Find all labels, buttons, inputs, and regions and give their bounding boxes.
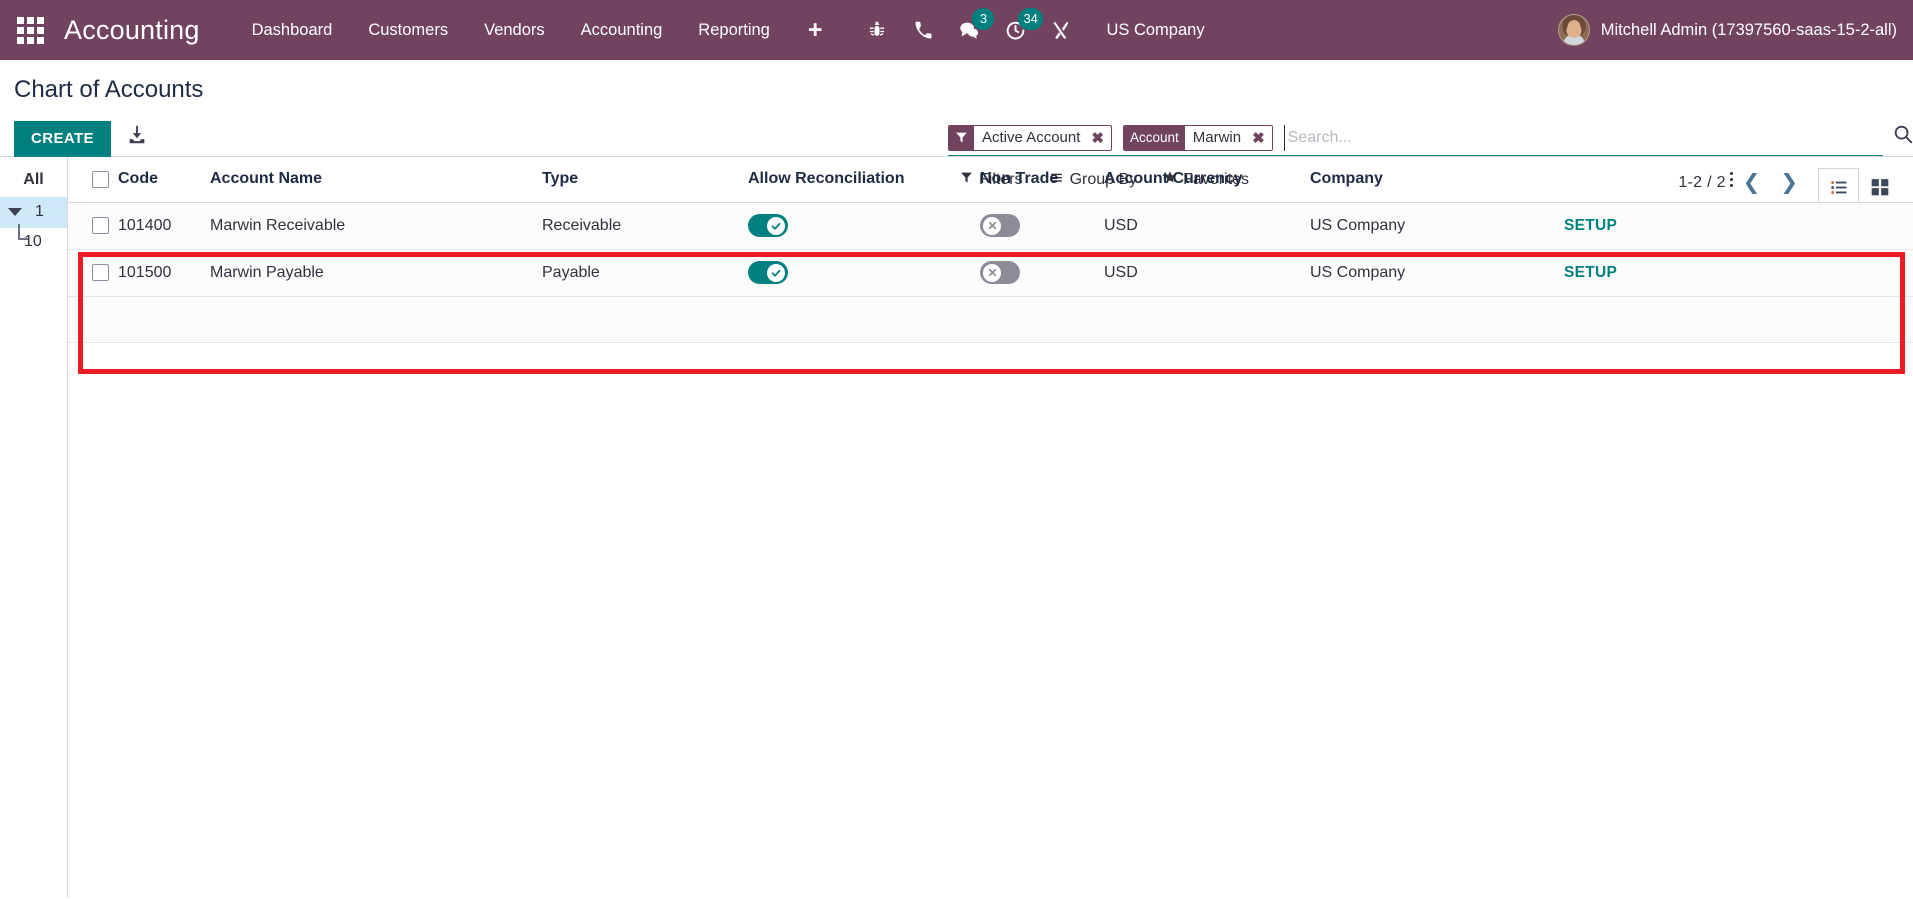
menu-item-reporting[interactable]: Reporting [680,0,788,60]
select-all-header [68,157,118,203]
column-header-type[interactable]: Type [542,157,748,203]
search-magnifier-icon[interactable] [1892,123,1913,150]
import-download-icon[interactable] [126,124,148,151]
cell-code: 101400 [118,202,210,250]
search-input[interactable] [1283,124,1883,151]
table-body: 101400 Marwin Receivable Receivable USD … [68,202,1913,343]
table-header-row: Code Account Name Type Allow Reconciliat… [68,157,1913,203]
cell-setup: SETUP [1564,249,1913,297]
non-trade-toggle-off[interactable] [980,214,1020,237]
cell-account-currency: USD [1104,249,1310,297]
menu-item-customers[interactable]: Customers [350,0,466,60]
cell-account-currency: USD [1104,202,1310,250]
column-header-account-name[interactable]: Account Name [210,157,542,203]
tools-icon[interactable] [1038,0,1084,60]
bug-icon[interactable] [854,0,900,60]
user-menu[interactable]: Mitchell Admin (17397560-saas-15-2-all) [1557,0,1897,60]
cell-company: US Company [1310,202,1564,250]
messages-badge: 3 [972,8,995,30]
row-checkbox[interactable] [92,217,109,234]
messages-icon[interactable]: 3 [946,0,995,60]
main-content: All 1 10 Code Account Name Type Allow Re… [0,157,1913,898]
setup-button[interactable]: SETUP [1564,217,1617,234]
table-row[interactable]: 101400 Marwin Receivable Receivable USD … [68,202,1913,250]
column-header-non-trade[interactable]: Non Trade [980,157,1104,203]
column-header-account-currency[interactable]: Account Currency [1104,157,1310,203]
sidebar-item-group-1[interactable]: 1 [0,197,67,228]
toggle-knob-x-icon [983,216,1001,235]
phone-icon[interactable] [900,0,946,60]
menu-item-accounting[interactable]: Accounting [563,0,681,60]
sidebar-item-all[interactable]: All [0,165,67,197]
cell-type: Receivable [542,202,748,250]
apps-grid-icon[interactable] [8,8,52,52]
cell-setup: SETUP [1564,202,1913,250]
facet-value: Marwin [1192,129,1242,146]
page-title: Chart of Accounts [14,76,204,103]
row-select-cell [68,202,118,250]
cell-company: US Company [1310,249,1564,297]
reconciliation-toggle-on[interactable] [748,261,788,284]
activities-clock-icon[interactable]: 34 [992,0,1043,60]
control-panel: Chart of Accounts CREATE Active Account … [0,60,1913,206]
setup-button[interactable]: SETUP [1564,264,1617,281]
filter-funnel-icon [949,125,974,150]
menu-item-dashboard[interactable]: Dashboard [234,0,351,60]
search-facet-active-account[interactable]: Active Account ✖ [948,124,1112,151]
top-navbar: Accounting Dashboard Customers Vendors A… [0,0,1913,60]
row-checkbox[interactable] [92,264,109,281]
cell-account-name: Marwin Receivable [210,202,542,250]
facet-value: Active Account [982,129,1081,146]
cell-account-name: Marwin Payable [210,249,542,297]
system-icons: 3 34 [854,0,1084,60]
list-view-container: Code Account Name Type Allow Reconciliat… [68,157,1913,898]
search-bar: Active Account ✖ Account Marwin ✖ [948,120,1913,156]
app-brand-title[interactable]: Accounting [64,15,200,46]
cell-allow-reconciliation [748,202,980,250]
facet-remove-icon[interactable]: ✖ [1086,126,1111,150]
sidebar-item-group-10[interactable]: 10 [0,224,67,251]
tree-elbow-line [18,224,28,240]
facet-field-label: Account [1123,125,1185,150]
search-facet-account[interactable]: Account Marwin ✖ [1122,124,1273,151]
cell-non-trade [980,249,1104,297]
cell-type: Payable [542,249,748,297]
accounts-table: Code Account Name Type Allow Reconciliat… [68,157,1913,343]
avatar [1557,14,1590,46]
create-button[interactable]: CREATE [14,121,111,157]
cell-code: 101500 [118,249,210,297]
table-empty-row [68,296,1913,343]
toggle-knob-check-icon [767,263,785,282]
menu-item-add[interactable]: + [788,2,843,58]
select-all-checkbox[interactable] [92,170,109,188]
column-header-company[interactable]: Company [1310,157,1564,203]
optional-columns-header [1564,157,1913,203]
row-select-cell [68,249,118,297]
column-header-allow-reconciliation[interactable]: Allow Reconciliation [748,157,980,203]
company-switcher[interactable]: US Company [1106,21,1204,40]
facet-remove-icon[interactable]: ✖ [1247,126,1272,150]
menu-item-vendors[interactable]: Vendors [466,0,563,60]
caret-down-icon[interactable] [8,208,22,216]
cell-allow-reconciliation [748,249,980,297]
cell-non-trade [980,202,1104,250]
sidebar-group-label: 1 [35,203,44,220]
account-group-sidebar: All 1 10 [0,157,68,898]
user-name-label: Mitchell Admin (17397560-saas-15-2-all) [1600,20,1897,39]
empty-cell [68,296,1913,343]
toggle-knob-check-icon [767,216,785,235]
column-header-code[interactable]: Code [118,157,210,203]
toggle-knob-x-icon [983,263,1001,282]
table-row[interactable]: 101500 Marwin Payable Payable USD US Com… [68,249,1913,297]
non-trade-toggle-off[interactable] [980,261,1020,284]
reconciliation-toggle-on[interactable] [748,214,788,237]
kebab-menu-icon[interactable] [1564,171,1899,187]
